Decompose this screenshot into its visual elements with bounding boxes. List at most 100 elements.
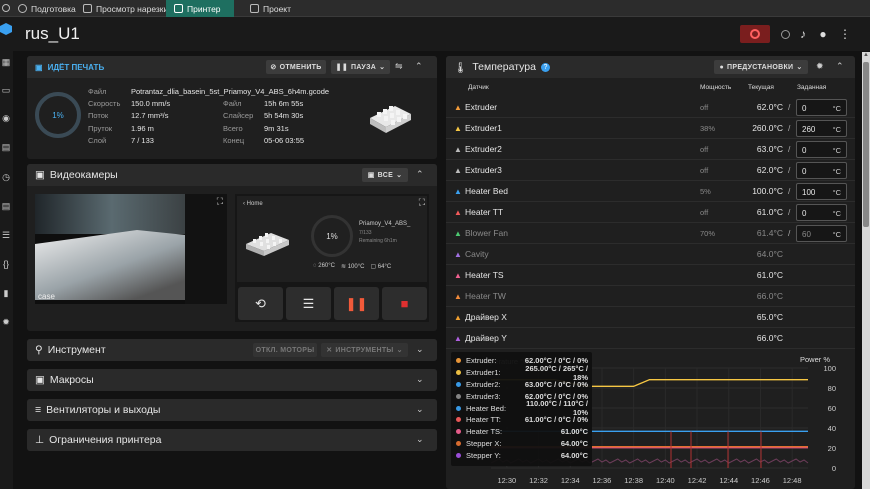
sensor-power: off (700, 165, 709, 175)
fullscreen-icon[interactable]: ⛶ (217, 196, 223, 207)
sensor-name[interactable]: Heater TS (465, 270, 504, 280)
fullscreen-icon[interactable]: ⛶ (419, 197, 425, 208)
flame-icon: ▲ (454, 165, 462, 175)
screen-temps: ◌ 260°C ≋ 100°C ▢ 64°C (313, 263, 392, 270)
sensor-name[interactable]: Extruder3 (465, 165, 502, 175)
sensor-power: 38% (700, 123, 716, 133)
code-icon[interactable]: {} (1, 259, 11, 269)
sensor-name[interactable]: Cavity (465, 249, 489, 259)
sensor-name[interactable]: Heater TT (465, 207, 503, 217)
sensor-current: 61.0°C (756, 207, 783, 217)
webcam-icon[interactable]: ◉ (1, 113, 11, 123)
legend-name: Stepper X: (466, 438, 502, 448)
bell-icon[interactable]: ♪ (796, 25, 810, 43)
logo-icon[interactable] (0, 23, 12, 35)
target-input[interactable]: 0 °C (796, 162, 847, 179)
files-icon[interactable]: ▤ (1, 142, 11, 152)
screen-tune-icon[interactable]: ☰ (286, 287, 331, 320)
fans-header[interactable]: ≡ Вентиляторы и выходы (27, 399, 437, 421)
document-icon[interactable]: ▤ (1, 201, 11, 211)
dashboard-icon[interactable]: ▦ (1, 57, 11, 67)
screen-move-icon[interactable]: ⟲ (238, 287, 283, 320)
expand-icon[interactable]: ⌄ (416, 374, 424, 385)
user-icon[interactable]: ● (816, 25, 830, 43)
legend-name: Extruder3: (466, 391, 501, 401)
collapse-icon[interactable]: ⌃ (836, 61, 844, 72)
x-tick-label: 12:34 (561, 476, 580, 485)
sensor-name[interactable]: Heater TW (465, 291, 506, 301)
slicer-label: Слайсер (223, 111, 254, 120)
tune-icon[interactable]: ☰ (1, 230, 11, 240)
target-input[interactable]: 0 °C (796, 141, 847, 158)
more-vert-icon[interactable]: ⋮ (838, 25, 852, 43)
target-input[interactable]: 60 °C (796, 225, 847, 242)
speed-label: Скорость (88, 99, 121, 108)
camera-select-button[interactable]: ▣ ВСЕ ⌄ (362, 168, 408, 182)
expand-icon[interactable]: ⌄ (416, 344, 424, 355)
upload-icon[interactable] (778, 25, 792, 43)
sensor-current: 62.0°C (756, 165, 783, 175)
options-icon[interactable]: ⇋ (395, 61, 403, 72)
flame-icon: ▲ (454, 207, 462, 217)
screen-stop-icon[interactable]: ■ (382, 287, 427, 320)
legend-swatch (456, 381, 461, 387)
file-time-value: 15h 6m 55s (264, 99, 304, 108)
cancel-button[interactable]: ⊘ ОТМЕНИТЬ (266, 60, 326, 74)
page-scrollbar[interactable]: ▲ (862, 52, 870, 489)
tools-button[interactable]: ✕ ИНСТРУМЕНТЫ ⌄ (321, 343, 408, 357)
sensor-current: 66.0°C (756, 333, 783, 343)
speed-icon: ⊥ (35, 434, 45, 446)
screen-pause-icon[interactable]: ❚❚ (334, 287, 379, 320)
target-input[interactable]: 260 °C (796, 120, 847, 137)
console-icon[interactable]: ▭ (1, 85, 11, 95)
target-input[interactable]: 0 °C (796, 204, 847, 221)
sensor-name[interactable]: Драйвер X (465, 312, 507, 322)
sensor-name[interactable]: Heater Bed (465, 186, 508, 196)
expand-icon[interactable]: ⌄ (416, 404, 424, 415)
expand-icon[interactable]: ⌄ (416, 434, 424, 445)
thermometer-icon: ▲ (454, 291, 462, 301)
macros-header[interactable]: ▣ Макросы (27, 369, 437, 391)
legend-swatch (456, 405, 461, 411)
temperature-row: ▲ Extruder off 62.0°C / 0 °C (446, 97, 855, 118)
sd-card-icon[interactable]: ▮ (1, 288, 11, 298)
scroll-up-icon[interactable]: ▲ (863, 52, 869, 58)
home-icon[interactable] (2, 4, 10, 12)
legend-swatch (456, 440, 461, 446)
collapse-icon[interactable]: ⌃ (415, 61, 423, 72)
tab-printer[interactable]: Принтер (166, 0, 234, 17)
sensor-name[interactable]: Extruder2 (465, 144, 502, 154)
macro-icon: ▣ (35, 374, 45, 386)
emergency-stop-button[interactable] (740, 25, 770, 43)
presets-button[interactable]: ● ПРЕДУСТАНОВКИ ⌄ (714, 60, 808, 74)
sensor-current: 260.0°C (752, 123, 783, 133)
sensor-name[interactable]: Extruder (465, 102, 497, 112)
back-link[interactable]: ‹ Home (243, 201, 263, 207)
tab-project[interactable]: Проект (242, 0, 299, 17)
limits-header[interactable]: ⊥ Ограничения принтера (27, 429, 437, 451)
settings-icon[interactable]: ✹ (1, 317, 11, 327)
settings-icon[interactable]: ✹ (816, 61, 824, 72)
sensor-current: 66.0°C (756, 291, 783, 301)
col-power: Мощность (700, 84, 732, 91)
model-thumbnail (370, 106, 411, 133)
legend-value: 64.00°C (560, 438, 588, 448)
tab-slice-preview[interactable]: Просмотр нарезки (75, 0, 176, 17)
legend-value: 61.00°C (560, 427, 588, 437)
x-tick-label: 12:46 (751, 476, 770, 485)
history-icon[interactable]: ◷ (1, 172, 11, 182)
sensor-current: 63.0°C (756, 144, 783, 154)
target-input[interactable]: 100 °C (796, 183, 847, 200)
help-icon[interactable]: ? (540, 62, 550, 72)
camera-feed-case[interactable]: ⛶ case (35, 194, 227, 304)
pause-button[interactable]: ❚❚ ПАУЗА ⌄ (331, 60, 390, 74)
motors-off-button[interactable]: ОТКЛ. МОТОРЫ (253, 343, 317, 357)
sensor-name[interactable]: Blower Fan (465, 228, 508, 238)
scrollbar-thumb[interactable] (863, 62, 869, 227)
temperature-row: ▲ Heater TW 66.0°C (446, 286, 855, 307)
target-input[interactable]: 0 °C (796, 99, 847, 116)
sensor-name[interactable]: Extruder1 (465, 123, 502, 133)
tab-prepare[interactable]: Подготовка (10, 0, 84, 17)
sensor-name[interactable]: Драйвер Y (465, 333, 507, 343)
collapse-icon[interactable]: ⌃ (416, 169, 424, 180)
